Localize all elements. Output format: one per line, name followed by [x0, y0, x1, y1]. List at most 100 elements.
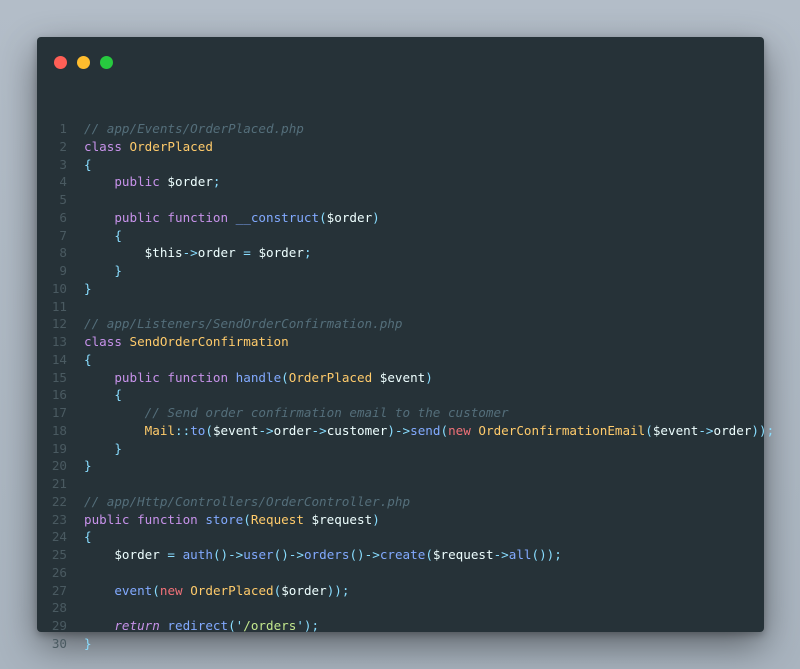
code-line: 17 // Send order confirmation email to t… [37, 404, 764, 422]
line-text: } [67, 262, 122, 280]
minimize-window-button[interactable] [77, 56, 90, 69]
code-token: $event [212, 422, 259, 438]
code-token: // app/Listeners/SendOrderConfirmation.p… [84, 316, 403, 332]
code-token: $request [311, 511, 373, 527]
code-line: 30} [37, 635, 764, 653]
code-line: 18 Mail::to($event->order->customer)->se… [37, 422, 774, 440]
code-token: store [205, 511, 244, 527]
code-line: 8 $this->order = $order; [37, 244, 764, 262]
line-text: } [67, 280, 92, 298]
code-token: ) [372, 209, 380, 225]
line-text: // Send order confirmation email to the … [67, 404, 509, 422]
code-token: all [508, 547, 532, 562]
code-token: return [114, 618, 168, 633]
zoom-window-button[interactable] [100, 56, 113, 69]
line-number: 14 [51, 351, 67, 367]
code-token: function [167, 209, 236, 225]
code-line: 26 [37, 564, 764, 582]
window-titlebar [37, 37, 764, 87]
code-line: 24 { [37, 528, 764, 546]
code-token: send [410, 422, 441, 438]
line-text: { [67, 386, 122, 404]
line-number: 3 [59, 156, 67, 172]
code-line: 11 [37, 298, 764, 316]
line-number: 9 [59, 263, 67, 278]
line-text: Mail::to($event->order->customer)->send(… [67, 422, 775, 440]
code-token: } [84, 458, 92, 474]
line-number: 2 [59, 138, 67, 154]
code-line: 3{ [37, 156, 764, 174]
line-number: 1 [59, 121, 67, 136]
code-token: ()); [531, 547, 562, 562]
code-token: new [159, 582, 191, 598]
code-token: event [114, 582, 153, 598]
line-text: $order = auth()->user()->orders()->creat… [67, 546, 562, 564]
code-line: 4 public $order; [37, 173, 764, 191]
code-token: orders [303, 547, 350, 562]
line-number: 18 [51, 422, 67, 438]
line-number: 17 [51, 405, 67, 420]
line-number: 8 [59, 245, 67, 261]
line-number: 28 [51, 600, 67, 616]
line-text: // app/Events/OrderPlaced.php [67, 120, 304, 138]
close-window-button[interactable] [54, 56, 67, 69]
code-token: )); [751, 422, 775, 438]
code-token: { [84, 529, 92, 545]
code-token: ( [281, 369, 289, 385]
code-token: customer [326, 422, 388, 438]
code-token: function [137, 511, 206, 527]
line-number: 19 [51, 440, 67, 456]
code-line: 9 } [37, 262, 764, 280]
code-token: new [448, 422, 479, 438]
code-token: -> [698, 422, 714, 438]
code-token: to [190, 422, 206, 438]
code-line: 29 return redirect('/orders'); [37, 617, 764, 635]
code-token: $order [281, 582, 327, 598]
code-token: )-> [387, 422, 411, 438]
line-number: 23 [51, 511, 67, 527]
code-token: ( [645, 422, 653, 438]
code-token: OrderPlaced [288, 369, 380, 385]
code-token: } [114, 440, 122, 456]
line-text: { [67, 227, 122, 245]
line-text: // app/Http/Controllers/OrderController.… [67, 493, 410, 511]
line-number: 13 [51, 334, 67, 349]
line-text: return redirect('/orders'); [67, 617, 319, 635]
code-token: $request [432, 547, 494, 562]
line-text: } [67, 440, 122, 458]
code-token: $order [167, 174, 213, 190]
line-text [67, 298, 84, 316]
code-token: order [273, 422, 312, 438]
line-text: { [67, 351, 92, 369]
code-token: $event [652, 422, 699, 438]
code-token: public [114, 174, 168, 190]
code-token: create [379, 547, 426, 562]
line-number: 25 [51, 547, 67, 562]
code-token: OrderPlaced [129, 138, 213, 154]
line-text: } [67, 635, 92, 653]
line-text [67, 191, 84, 209]
code-token: function [167, 369, 236, 385]
code-token: ()-> [349, 547, 380, 562]
code-token: )); [326, 582, 350, 598]
line-number: 26 [51, 564, 67, 580]
code-line: 2 class OrderPlaced [37, 138, 764, 156]
code-token: ( [440, 422, 449, 438]
code-token: ; [303, 245, 312, 261]
code-token: { [84, 156, 92, 172]
line-number: 27 [51, 582, 67, 598]
code-token: // app/Http/Controllers/OrderController.… [84, 493, 411, 509]
code-token: -> [258, 422, 274, 438]
code-token: redirect [167, 618, 229, 633]
line-text: public function handle(OrderPlaced $even… [67, 369, 433, 387]
line-text: { [67, 156, 92, 174]
code-line: 27 event(new OrderPlaced($order)); [37, 582, 764, 600]
code-line: 15 public function handle(OrderPlaced $e… [37, 369, 764, 387]
code-token: order [713, 422, 752, 438]
